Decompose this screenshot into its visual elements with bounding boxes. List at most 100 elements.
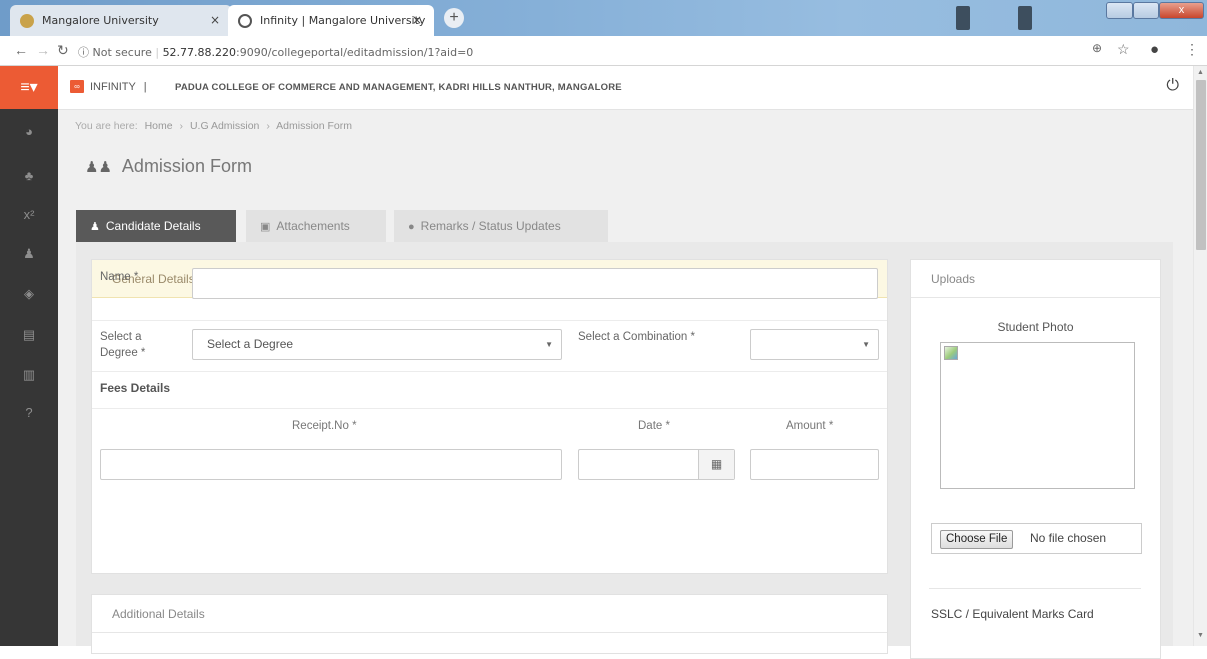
chevron-down-icon: ▼: [862, 340, 870, 349]
users-icon: ♟♟: [85, 159, 112, 176]
degree-select[interactable]: Select a Degree ▼: [192, 329, 562, 360]
profile-icon[interactable]: ●: [1150, 41, 1159, 58]
panel-heading: Additional Details: [92, 595, 887, 633]
chevron-down-icon: ▼: [545, 340, 553, 349]
brand-text: INFINITY: [90, 81, 136, 93]
zoom-icon[interactable]: ⊕: [1092, 41, 1102, 55]
image-icon: ▣: [260, 221, 271, 233]
breadcrumb-home[interactable]: Home: [145, 120, 173, 132]
choose-file-button[interactable]: Choose File: [940, 530, 1014, 549]
document-icon[interactable]: ▤: [0, 327, 58, 343]
forward-icon[interactable]: →: [36, 42, 50, 58]
page-title: ♟♟ Admission Form: [85, 156, 252, 177]
sidebar: ≡▾ ◕ ♣ x² ♟ ◈ ▤ ▥ ?: [0, 66, 58, 646]
tab-close-icon[interactable]: ×: [210, 13, 220, 27]
calendar-icon[interactable]: ▦: [698, 450, 734, 479]
breadcrumb-prefix: You are here:: [75, 120, 138, 132]
page-title-text: Admission Form: [121, 156, 252, 176]
back-icon[interactable]: ←: [14, 42, 28, 58]
users-icon[interactable]: ♟: [0, 246, 58, 262]
degree-label-line: Degree *: [100, 347, 146, 359]
hierarchy-icon[interactable]: ♣: [0, 168, 58, 183]
page-scrollbar[interactable]: ▲ ▼: [1193, 66, 1207, 646]
browser-tab-bar: Mangalore University × Infinity | Mangal…: [0, 0, 1207, 36]
brand-separator: |: [143, 81, 147, 93]
brand-name: INFINITY |: [90, 81, 147, 93]
name-input[interactable]: [192, 268, 878, 299]
browser-tab-mangalore[interactable]: Mangalore University ×: [10, 5, 232, 36]
combination-label: Select a Combination *: [578, 331, 695, 343]
date-header: Date *: [638, 420, 670, 432]
tab-attachements[interactable]: ▣ Attachements: [246, 210, 386, 242]
sslc-label: SSLC / Equivalent Marks Card: [931, 607, 1094, 621]
dashboard-icon[interactable]: ◕: [0, 124, 58, 139]
breadcrumb-ug-admission[interactable]: U.G Admission: [190, 120, 259, 132]
scroll-thumb[interactable]: [1196, 80, 1206, 250]
breadcrumb: You are here: Home › U.G Admission › Adm…: [75, 120, 356, 132]
url-field[interactable]: ⓘ Not secure | 52.77.88.220:9090/college…: [78, 44, 473, 60]
divider: [929, 588, 1141, 589]
amount-input[interactable]: [750, 449, 879, 480]
photo-file-input[interactable]: Choose File No file chosen: [931, 523, 1142, 554]
comment-icon: ●: [408, 221, 415, 233]
user-icon: ♟: [90, 221, 100, 233]
receipt-no-input[interactable]: [100, 449, 562, 480]
app-header: ∞ INFINITY | PADUA COLLEGE OF COMMERCE A…: [58, 66, 1193, 110]
uploads-panel: Uploads Student Photo Choose File No fil…: [910, 259, 1161, 659]
fees-details-title: Fees Details: [100, 381, 171, 395]
combination-select[interactable]: ▼: [750, 329, 879, 360]
new-tab-button[interactable]: +: [444, 8, 464, 28]
tab-close-icon[interactable]: ×: [412, 13, 422, 27]
tab-label: Candidate Details: [105, 219, 201, 233]
student-photo-preview: [940, 342, 1135, 489]
university-favicon-icon: [20, 13, 34, 28]
no-file-text: No file chosen: [1030, 531, 1107, 545]
url-path: :9090/collegeportal/editadmission/1?aid=…: [236, 46, 474, 59]
minimize-button[interactable]: [1106, 2, 1133, 19]
tag-icon[interactable]: ◈: [0, 286, 58, 302]
url-host: 52.77.88.220: [162, 46, 237, 59]
breadcrumb-separator: ›: [266, 120, 270, 132]
tab-candidate-details[interactable]: ♟ Candidate Details: [76, 210, 236, 242]
bar-chart-icon[interactable]: ▥: [0, 367, 58, 383]
date-input[interactable]: ▦: [578, 449, 735, 480]
college-name: PADUA COLLEGE OF COMMERCE AND MANAGEMENT…: [175, 82, 622, 93]
tab-label: Attachements: [276, 219, 350, 233]
main-content: You are here: Home › U.G Admission › Adm…: [58, 110, 1193, 659]
taskbar-thumbnail: [1018, 6, 1032, 30]
menu-icon[interactable]: ⋮: [1185, 41, 1199, 58]
browser-tab-infinity[interactable]: Infinity | Mangalore University ×: [228, 5, 434, 36]
panel-heading: Uploads: [911, 260, 1160, 298]
tab-label: Remarks / Status Updates: [420, 219, 561, 233]
power-icon[interactable]: ⏻: [1166, 77, 1179, 95]
formula-icon[interactable]: x²: [0, 207, 58, 222]
address-bar: ← → ↻ ⓘ Not secure | 52.77.88.220:9090/c…: [0, 36, 1207, 66]
degree-label: Select a Degree *: [100, 329, 145, 361]
student-photo-label: Student Photo: [997, 320, 1074, 334]
general-details-panel: General Details Name * Select a Degree *…: [91, 259, 888, 574]
browser-tab-title: Infinity | Mangalore University: [260, 14, 426, 27]
name-label: Name *: [100, 271, 139, 283]
reload-icon[interactable]: ↻: [57, 42, 69, 59]
browser-tab-title: Mangalore University: [42, 14, 159, 27]
degree-label-line: Select a: [100, 331, 142, 343]
divider: [92, 408, 887, 409]
security-label: Not secure: [92, 46, 152, 59]
degree-select-value: Select a Degree: [207, 337, 294, 351]
help-icon[interactable]: ?: [0, 405, 58, 420]
breadcrumb-admission-form: Admission Form: [276, 120, 353, 132]
star-icon[interactable]: ☆: [1117, 41, 1130, 58]
globe-favicon-icon: [238, 13, 252, 28]
maximize-button[interactable]: [1133, 2, 1159, 19]
additional-details-panel: Additional Details: [91, 594, 888, 654]
scroll-up-icon[interactable]: ▲: [1197, 69, 1204, 76]
tab-content: General Details Name * Select a Degree *…: [76, 242, 1173, 659]
info-icon[interactable]: ⓘ: [78, 46, 89, 59]
menu-toggle-icon[interactable]: ≡▾: [0, 66, 58, 109]
scroll-down-icon[interactable]: ▼: [1197, 632, 1204, 639]
taskbar-thumbnail: [956, 6, 970, 30]
window-close-button[interactable]: x: [1159, 2, 1204, 19]
receipt-header: Receipt.No *: [292, 420, 357, 432]
tab-remarks-status[interactable]: ● Remarks / Status Updates: [394, 210, 608, 242]
broken-image-icon: [944, 346, 958, 360]
